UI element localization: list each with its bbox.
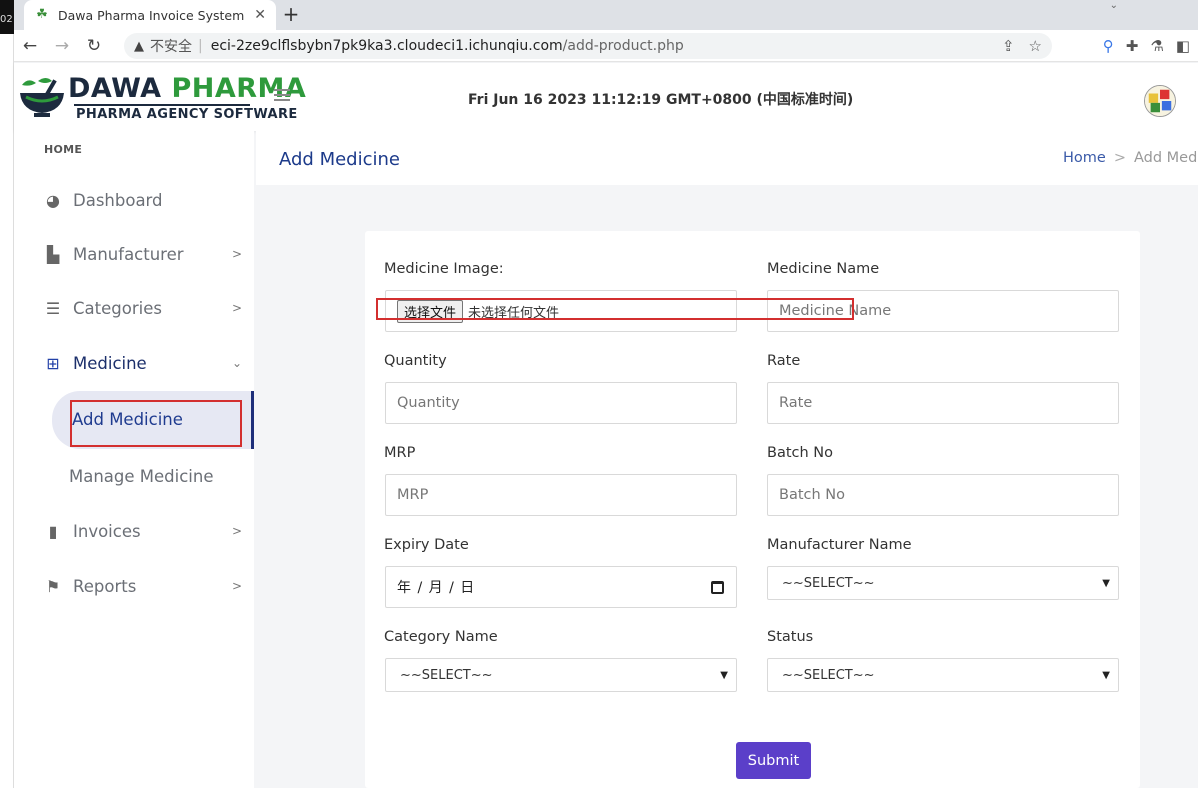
menu-toggle-icon[interactable] [274, 89, 290, 104]
highlight-box-file-input [376, 298, 854, 320]
app-header: DAWA PHARMA PHARMA AGENCY SOFTWARE Fri J… [14, 63, 1198, 131]
new-tab-button[interactable]: + [276, 0, 306, 30]
file-icon: ▮ [48, 521, 58, 541]
chevron-right-icon: > [231, 301, 242, 315]
sidebar-item-reports[interactable]: ⚑ Reports > [42, 571, 248, 601]
manufacturer-name-label: Manufacturer Name [767, 537, 912, 553]
factory-icon: ▙ [46, 244, 60, 264]
chevron-right-icon: > [231, 579, 242, 593]
omnibox-separator: | [198, 38, 203, 54]
bookmark-star-icon[interactable]: ☆ [1029, 37, 1042, 55]
current-datetime: Fri Jun 16 2023 11:12:19 GMT+0800 (中国标准时… [468, 92, 854, 108]
batch-no-label: Batch No [767, 445, 834, 461]
quantity-label: Quantity [384, 353, 447, 369]
rate-label: Rate [767, 353, 801, 369]
sidebar-item-label: Dashboard [73, 190, 163, 210]
status-label: Status [767, 629, 814, 645]
sidebar-item-manufacturer[interactable]: ▙ Manufacturer > [42, 239, 248, 269]
desktop-clock-fragment: 02 [0, 0, 14, 34]
submit-button[interactable]: Submit [736, 742, 811, 779]
sidebar-section-home: HOME [44, 143, 83, 156]
sidebar-item-label: Manufacturer [73, 244, 184, 264]
tab-search-chevron-icon[interactable]: ⌄ [1110, 0, 1118, 11]
url-text[interactable]: eci-2ze9clflsbybn7pk9ka3.cloudeci1.ichun… [211, 38, 684, 54]
page-header: Add Medicine Home > Add Medi [256, 131, 1198, 185]
favicon-icon: ☘ [36, 7, 48, 22]
sidebar-item-categories[interactable]: ☰ Categories > [42, 293, 248, 323]
status-select-value: ~~SELECT~~ [782, 667, 875, 683]
reload-button[interactable]: ↻ [78, 36, 110, 56]
breadcrumb-current: Add Medi [1133, 150, 1198, 166]
browser-tab-bar: ☘ Dawa Pharma Invoice System ✕ + ⌄ [14, 0, 1198, 30]
extension-figure-icon[interactable]: ⚲ [1103, 37, 1114, 55]
breadcrumb-home-link[interactable]: Home [1063, 150, 1106, 166]
browser-toolbar: ← → ↻ ▲ 不安全 | eci-2ze9clflsbybn7pk9ka3.c… [14, 30, 1198, 62]
medicine-image-label: Medicine Image: [384, 261, 504, 277]
category-name-label: Category Name [384, 629, 498, 645]
brand-name: DAWA PHARMA [68, 73, 306, 104]
extensions-puzzle-icon[interactable]: ✚ [1126, 37, 1139, 55]
medicine-name-label: Medicine Name [767, 261, 880, 277]
medkit-icon: ⊞ [46, 353, 60, 373]
tab-close-icon[interactable]: ✕ [254, 7, 266, 23]
sidebar: HOME ◕ Dashboard ▙ Manufacturer > ☰ Cate… [14, 131, 254, 788]
lab-flask-icon[interactable]: ⚗ [1150, 37, 1163, 55]
sidebar-subitem-manage-medicine[interactable]: Manage Medicine [69, 467, 214, 486]
mrp-input[interactable]: MRP [385, 474, 737, 516]
warning-icon[interactable]: ▲ [134, 39, 144, 54]
breadcrumb-separator-icon: > [1113, 150, 1126, 166]
rate-input[interactable]: Rate [767, 382, 1119, 424]
tagline-divider [74, 104, 250, 106]
status-select[interactable]: ~~SELECT~~ ▼ [767, 658, 1119, 692]
forward-button[interactable]: → [46, 36, 78, 56]
sidebar-item-medicine[interactable]: ⊞ Medicine ⌄ [42, 348, 248, 378]
brand-name-part1: DAWA [68, 73, 162, 104]
user-avatar[interactable] [1144, 85, 1176, 117]
calendar-icon[interactable] [711, 580, 724, 594]
desktop-edge: 02 [0, 0, 14, 788]
chevron-down-icon: ▼ [1102, 669, 1110, 681]
side-panel-icon[interactable]: ◧ [1176, 37, 1190, 55]
category-select[interactable]: ~~SELECT~~ ▼ [385, 658, 737, 692]
address-bar[interactable]: ▲ 不安全 | eci-2ze9clflsbybn7pk9ka3.cloudec… [124, 33, 1052, 59]
share-icon[interactable]: ⇪ [1002, 37, 1015, 55]
mrp-label: MRP [384, 445, 416, 461]
page-title: Add Medicine [279, 149, 400, 170]
back-button[interactable]: ← [14, 36, 46, 56]
tab-title: Dawa Pharma Invoice System [58, 7, 245, 23]
brand-logo[interactable]: DAWA PHARMA PHARMA AGENCY SOFTWARE [18, 71, 306, 127]
browser-tab[interactable]: ☘ Dawa Pharma Invoice System ✕ [24, 0, 276, 30]
sidebar-item-label: Medicine [73, 353, 147, 373]
url-host: eci-2ze9clflsbybn7pk9ka3.cloudeci1.ichun… [210, 38, 563, 54]
highlight-box-add-medicine [70, 400, 242, 447]
flag-icon: ⚑ [45, 576, 61, 596]
sidebar-item-label: Invoices [73, 521, 141, 541]
sidebar-item-label: Categories [73, 298, 162, 318]
chevron-down-icon: ⌄ [231, 356, 242, 370]
sidebar-item-invoices[interactable]: ▮ Invoices > [42, 516, 248, 546]
sidebar-item-label: Reports [73, 576, 137, 596]
manufacturer-select-value: ~~SELECT~~ [782, 575, 875, 591]
brand-tagline: PHARMA AGENCY SOFTWARE [76, 107, 298, 122]
mortar-pestle-icon [20, 78, 64, 117]
chevron-down-icon: ▼ [720, 669, 728, 681]
chevron-right-icon: > [231, 524, 242, 538]
breadcrumb: Home > Add Medi [1063, 150, 1198, 166]
insecure-label[interactable]: 不安全 [150, 36, 192, 56]
expiry-date-label: Expiry Date [384, 537, 469, 553]
manufacturer-select[interactable]: ~~SELECT~~ ▼ [767, 566, 1119, 600]
quantity-input[interactable]: Quantity [385, 382, 737, 424]
expiry-date-value: 年 / 月 / 日 [397, 580, 476, 596]
dashboard-icon: ◕ [46, 190, 60, 210]
list-icon: ☰ [45, 298, 61, 318]
chevron-right-icon: > [231, 247, 242, 261]
batch-no-input[interactable]: Batch No [767, 474, 1119, 516]
chevron-down-icon: ▼ [1102, 577, 1110, 589]
sidebar-item-dashboard[interactable]: ◕ Dashboard [42, 185, 248, 215]
category-select-value: ~~SELECT~~ [400, 667, 493, 683]
url-path: /add-product.php [562, 38, 684, 54]
expiry-date-input[interactable]: 年 / 月 / 日 [385, 566, 737, 608]
